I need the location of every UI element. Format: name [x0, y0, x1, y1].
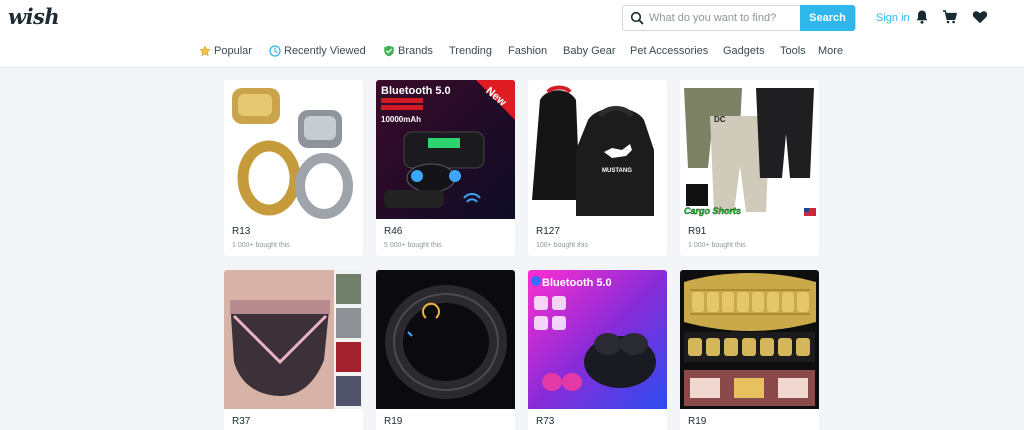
- product-price: R91: [688, 226, 707, 237]
- nav-fashion[interactable]: Fashion: [508, 42, 547, 60]
- nav-trending[interactable]: Trending: [449, 42, 492, 60]
- nav-popular[interactable]: Popular: [199, 42, 252, 60]
- image-text-cargo-shorts: Cargo Shorts: [684, 206, 741, 216]
- product-image-smart-ring: [376, 270, 515, 409]
- top-header: wish Search Sign in Popular: [0, 0, 1024, 68]
- product-card[interactable]: New Bluetooth 5.0 10000mAh R46 5 000+ bo…: [376, 80, 515, 256]
- product-image-cargo-shorts: DC Cargo Shorts: [680, 80, 819, 219]
- product-sold-count: 1 000+ bought this: [232, 242, 290, 249]
- product-card[interactable]: R37: [224, 270, 363, 430]
- verified-shield-icon: [384, 45, 394, 57]
- product-price: R19: [384, 416, 403, 427]
- product-card[interactable]: R19: [680, 270, 819, 430]
- product-sold-count: 100+ bought this: [536, 242, 588, 249]
- wish-logo[interactable]: wish: [8, 4, 60, 29]
- product-price: R73: [536, 416, 555, 427]
- image-text-bluetooth: Bluetooth 5.0: [542, 277, 612, 289]
- nav-recently-viewed[interactable]: Recently Viewed: [269, 42, 366, 60]
- image-text-capacity: 10000mAh: [381, 115, 421, 124]
- product-price: R13: [232, 226, 251, 237]
- product-image-mustang-hoodie: MUSTANG: [528, 80, 667, 219]
- nav-label: Popular: [214, 45, 252, 57]
- product-card[interactable]: DC Cargo Shorts R91 1 000+ bought this: [680, 80, 819, 256]
- nav-more[interactable]: More: [818, 42, 843, 60]
- product-card[interactable]: Bluetooth 5.0 R73: [528, 270, 667, 430]
- product-image-lighter-rings: [224, 80, 363, 219]
- nav-tools[interactable]: Tools: [780, 42, 806, 60]
- product-card[interactable]: R13 1 000+ bought this: [224, 80, 363, 256]
- nav-gadgets[interactable]: Gadgets: [723, 42, 765, 60]
- shopping-cart-icon[interactable]: [942, 9, 958, 25]
- search-icon: [630, 11, 644, 25]
- nav-brands[interactable]: Brands: [383, 42, 433, 60]
- clock-icon: [269, 45, 281, 57]
- nav-pet-accessories[interactable]: Pet Accessories: [630, 42, 708, 60]
- product-card[interactable]: MUSTANG R127 100+ bought this: [528, 80, 667, 256]
- product-image-bluetooth-earbuds: New Bluetooth 5.0 10000mAh: [376, 80, 515, 219]
- product-card[interactable]: R19: [376, 270, 515, 430]
- nav-baby-gear[interactable]: Baby Gear: [563, 42, 616, 60]
- product-price: R37: [232, 416, 251, 427]
- product-image-wireless-earbuds: Bluetooth 5.0: [528, 270, 667, 409]
- category-nav: Popular Recently Viewed Brands Trending …: [0, 42, 1024, 60]
- image-text-mustang: MUSTANG: [602, 168, 632, 174]
- nav-label: Recently Viewed: [284, 45, 366, 57]
- wishlist-heart-icon[interactable]: [972, 9, 988, 25]
- product-image-gold-grillz: [680, 270, 819, 409]
- search-button[interactable]: Search: [800, 5, 855, 31]
- product-price: R19: [688, 416, 707, 427]
- image-text-dc-logo: DC: [714, 115, 726, 124]
- product-sold-count: 1 000+ bought this: [688, 242, 746, 249]
- sign-in-link[interactable]: Sign in: [876, 12, 910, 24]
- image-text-bluetooth: Bluetooth 5.0: [381, 85, 451, 97]
- search-input[interactable]: [649, 6, 799, 30]
- product-price: R46: [384, 226, 403, 237]
- nav-label: Brands: [398, 45, 433, 57]
- product-image-shapewear-panties: [224, 270, 363, 409]
- notifications-bell-icon[interactable]: [914, 9, 930, 25]
- star-icon: [199, 45, 211, 57]
- product-sold-count: 5 000+ bought this: [384, 242, 442, 249]
- product-price: R127: [536, 226, 560, 237]
